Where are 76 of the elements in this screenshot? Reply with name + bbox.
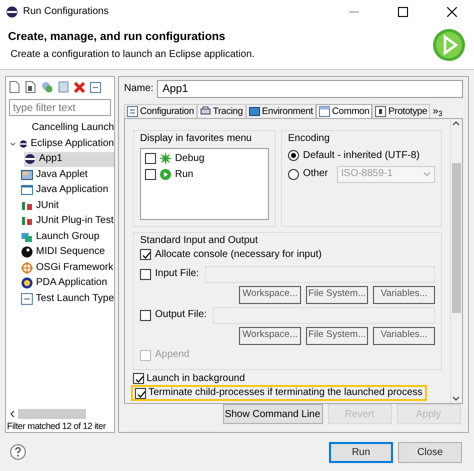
- tree-item[interactable]: JUnit: [10, 198, 114, 214]
- checkbox-label: Output File:: [155, 309, 207, 321]
- checkbox-label: Terminate child-processes if terminating the launched process: [148, 387, 423, 399]
- vertical-scrollbar[interactable]: [450, 119, 462, 403]
- checkbox[interactable]: [145, 169, 156, 180]
- checkbox-label: Launch in background: [146, 372, 245, 384]
- checkbox[interactable]: [140, 310, 151, 320]
- check-icon: [134, 374, 145, 385]
- tree-item[interactable]: JUnit Plug-in Test: [10, 214, 114, 229]
- tab[interactable]: Tracing: [196, 104, 246, 118]
- checkbox[interactable]: [135, 388, 146, 398]
- new-file-icon: [9, 81, 20, 93]
- chevron-down-icon: [423, 170, 431, 178]
- collapse-all-icon: [90, 82, 101, 92]
- list-icon: [127, 106, 138, 117]
- help-icon: [10, 444, 26, 460]
- header-subtitle: Create a configuration to launch an Eclipse application.: [10, 49, 256, 62]
- checkbox[interactable]: [140, 268, 151, 280]
- close-icon: [447, 7, 457, 17]
- checkbox[interactable]: [145, 153, 156, 164]
- document-icon: [58, 81, 69, 93]
- run-icon: [432, 28, 466, 62]
- tree-item[interactable]: Eclipse Application: [10, 136, 114, 152]
- monitor-icon: [248, 106, 260, 117]
- tabs-overflow[interactable]: »$_{3}$: [432, 106, 442, 118]
- scrollbar-thumb[interactable]: [18, 409, 86, 420]
- tab[interactable]: Prototype: [372, 104, 430, 118]
- tree-item[interactable]: Java Application: [10, 182, 114, 198]
- checkbox[interactable]: [140, 249, 151, 260]
- tree-item[interactable]: App1: [24, 152, 114, 167]
- tree-item[interactable]: Java Applet: [10, 167, 114, 182]
- tree-item[interactable]: PDA Application: [10, 276, 114, 291]
- filter-status: Filter matched 12 of 12 iter: [6, 421, 107, 432]
- scroll-left-icon: [9, 410, 15, 418]
- group-title: Display in favorites menu: [140, 133, 253, 145]
- tab[interactable]: Environment: [246, 104, 316, 118]
- tree-item[interactable]: Test Launch Type: [10, 291, 114, 306]
- dialog-button[interactable]: Close: [398, 442, 462, 462]
- printer-icon: [200, 106, 211, 117]
- tab[interactable]: Configuration: [124, 104, 197, 118]
- chevron-down-icon[interactable]: [10, 140, 16, 148]
- checkbox[interactable]: [133, 373, 144, 384]
- tree-item[interactable]: MIDI Sequence: [10, 244, 114, 260]
- tree-item[interactable]: Cancelling Launch: [10, 120, 114, 136]
- tab[interactable]: Common: [316, 104, 372, 118]
- group-title: Standard Input and Output: [140, 234, 259, 246]
- group-title: Encoding: [288, 133, 331, 145]
- app-icon: [6, 6, 18, 18]
- checkbox-label: Run: [175, 168, 194, 180]
- dialog-button[interactable]: Run: [329, 442, 393, 462]
- run-icon: [160, 169, 171, 180]
- header-title: Create, manage, and run configurations: [8, 30, 226, 44]
- copy-icon: [41, 81, 53, 93]
- window-icon: [319, 106, 330, 117]
- name-label: Name:: [124, 83, 154, 95]
- maximize-icon: [398, 7, 408, 17]
- radio-label: Other: [302, 168, 328, 180]
- gear-icon: [160, 153, 171, 164]
- filter-field[interactable]: type filter text: [9, 99, 111, 116]
- group-icon: [21, 230, 33, 243]
- check-icon: [136, 388, 147, 400]
- checkbox-label: Allocate console (necessary for input): [155, 248, 322, 260]
- radio-label: Default - inherited (UTF-8): [302, 150, 420, 162]
- check-icon: [141, 250, 152, 261]
- action-button[interactable]: Show Command Line: [222, 404, 322, 424]
- tree-item[interactable]: OSGi Framework: [10, 260, 114, 276]
- document-icon: [375, 106, 386, 117]
- checkbox-label: Debug: [175, 152, 204, 164]
- radio-button[interactable]: [288, 150, 299, 161]
- checkbox-label: Input File:: [155, 268, 199, 280]
- window-title: Run Configurations: [23, 6, 110, 18]
- radio-button[interactable]: [288, 168, 299, 180]
- delete-icon: [74, 82, 85, 92]
- name-field[interactable]: App1: [157, 80, 463, 98]
- tree-item[interactable]: Launch Group: [10, 229, 114, 244]
- checkbox-label: Append: [155, 349, 190, 361]
